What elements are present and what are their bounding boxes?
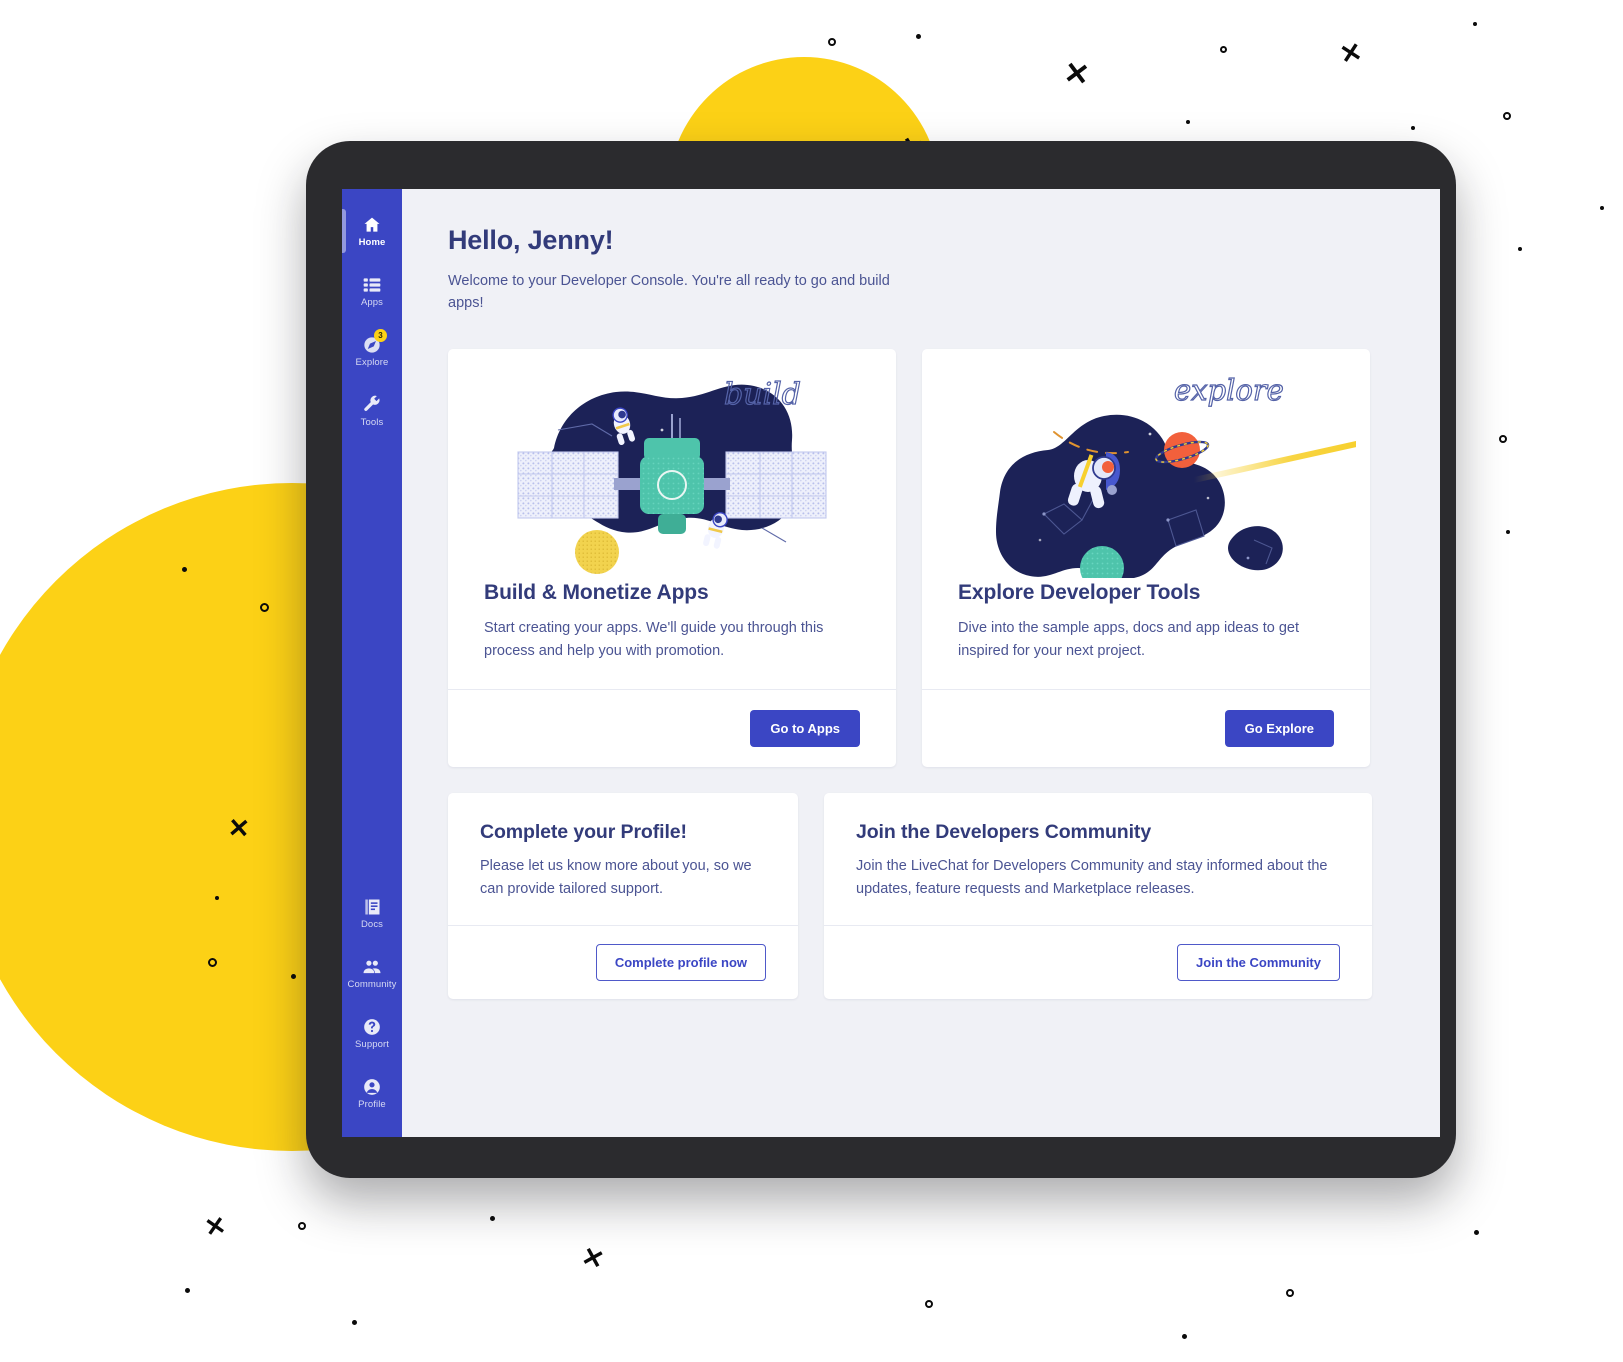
- sidebar-label: Explore: [355, 356, 389, 368]
- dot-doodle: [1600, 206, 1604, 210]
- explore-badge: 3: [374, 328, 387, 342]
- ring-doodle: [1286, 1289, 1294, 1297]
- dot-doodle: [1474, 1230, 1479, 1235]
- tablet-device-frame: Home Apps 3 Explore Tools Docs Community…: [306, 141, 1456, 1178]
- profile-card-footer: Complete profile now: [448, 924, 798, 999]
- sidebar-item-home[interactable]: Home: [342, 201, 402, 261]
- explore-card-footer: Go Explore: [922, 688, 1370, 767]
- build-card-footer: Go to Apps: [448, 688, 896, 767]
- ring-doodle: [1220, 46, 1227, 53]
- dot-doodle: [916, 34, 921, 39]
- build-script-word: build: [724, 377, 801, 412]
- dot-doodle: [291, 974, 296, 979]
- card-title: Explore Developer Tools: [958, 580, 1201, 604]
- dot-doodle: [1473, 22, 1477, 26]
- explore-card-body: Explore Developer Tools Dive into the sa…: [922, 581, 1370, 689]
- card-text: Dive into the sample apps, docs and app …: [958, 619, 1299, 659]
- ring-doodle: [925, 1300, 933, 1308]
- sidebar-item-support[interactable]: Support: [342, 1003, 402, 1063]
- card-text: Start creating your apps. We'll guide yo…: [484, 619, 824, 659]
- sidebar-top-group: Home Apps 3 Explore Tools: [342, 201, 402, 441]
- sidebar-label: Support: [355, 1038, 389, 1050]
- dot-doodle: [490, 1216, 495, 1221]
- sidebar-label: Home: [358, 236, 386, 248]
- ring-doodle: [298, 1222, 306, 1230]
- go-to-apps-button[interactable]: Go to Apps: [750, 709, 860, 747]
- card-text: Please let us know more about you, so we…: [480, 857, 752, 897]
- profile-card-body: Complete your Profile! Please let us kno…: [448, 793, 798, 925]
- tablet-screen: Home Apps 3 Explore Tools Docs Community…: [342, 189, 1440, 1137]
- dot-doodle: [1518, 247, 1522, 251]
- explore-illustration: explore: [922, 349, 1370, 581]
- card-build-monetize: build Build & Monetize Apps Start creati…: [448, 348, 896, 767]
- dot-doodle: [352, 1320, 357, 1325]
- dot-doodle: [1186, 120, 1190, 124]
- card-title: Complete your Profile!: [480, 820, 687, 843]
- ring-doodle: [1499, 435, 1507, 443]
- dot-doodle: [182, 567, 187, 572]
- explore-script-word: explore: [1174, 373, 1284, 407]
- main-content: Hello, Jenny! Welcome to your Developer …: [402, 189, 1440, 1137]
- ring-doodle: [828, 38, 836, 46]
- sidebar-item-apps[interactable]: Apps: [342, 261, 402, 321]
- sidebar-label: Community: [347, 978, 397, 990]
- sidebar-item-docs[interactable]: Docs: [342, 883, 402, 943]
- page-root: ✕ ✕ ✕ ✕ ✕ ✕ ✕ ✕: [0, 0, 1623, 1362]
- card-explore-tools: explore Explore Developer Tools Dive int…: [922, 348, 1370, 767]
- sidebar-label: Profile: [358, 1098, 386, 1110]
- x-doodle: ✕: [1337, 36, 1365, 70]
- top-card-row: build Build & Monetize Apps Start creati…: [448, 348, 1398, 767]
- sidebar-item-community[interactable]: Community: [342, 943, 402, 1003]
- people-icon: [362, 957, 382, 977]
- docs-icon: [362, 897, 382, 917]
- build-card-body: Build & Monetize Apps Start creating you…: [448, 581, 896, 689]
- sidebar-bottom-group: Docs Community Support Profile: [342, 883, 402, 1123]
- wrench-icon: [362, 395, 382, 415]
- ring-doodle: [208, 958, 217, 967]
- compass-icon: 3: [362, 328, 387, 355]
- dot-doodle: [185, 1288, 190, 1293]
- card-title: Join the Developers Community: [856, 820, 1152, 843]
- user-circle-icon: [362, 1077, 382, 1097]
- x-doodle: ✕: [578, 1240, 608, 1276]
- sidebar-label: Apps: [360, 296, 384, 308]
- dot-doodle: [1411, 126, 1415, 130]
- dot-doodle: [1182, 1334, 1187, 1339]
- ring-doodle: [1503, 112, 1511, 120]
- card-text: Join the LiveChat for Developers Communi…: [856, 857, 1328, 897]
- sidebar-nav: Home Apps 3 Explore Tools Docs Community…: [342, 189, 402, 1137]
- x-doodle: ✕: [202, 1211, 229, 1243]
- dot-doodle: [215, 896, 219, 900]
- community-card-body: Join the Developers Community Join the L…: [824, 793, 1372, 925]
- page-title: Hello, Jenny!: [448, 225, 614, 255]
- go-explore-button[interactable]: Go Explore: [1224, 709, 1334, 747]
- home-icon: [362, 215, 382, 235]
- complete-profile-button[interactable]: Complete profile now: [595, 943, 766, 981]
- dot-doodle: [1506, 530, 1510, 534]
- space-explore-illustration-svg: explore: [996, 372, 1356, 578]
- active-indicator: [342, 209, 346, 253]
- join-community-button[interactable]: Join the Community: [1177, 943, 1340, 981]
- sidebar-item-profile[interactable]: Profile: [342, 1063, 402, 1123]
- bottom-card-row: Complete your Profile! Please let us kno…: [448, 792, 1398, 999]
- sidebar-label: Docs: [360, 918, 384, 930]
- x-doodle: ✕: [226, 812, 251, 844]
- x-doodle: ✕: [1061, 56, 1092, 93]
- card-join-community: Join the Developers Community Join the L…: [824, 792, 1372, 999]
- community-card-footer: Join the Community: [824, 924, 1372, 999]
- ring-doodle: [260, 603, 269, 612]
- sidebar-label: Tools: [360, 416, 384, 428]
- card-title: Build & Monetize Apps: [484, 580, 709, 604]
- sidebar-item-explore[interactable]: 3 Explore: [342, 321, 402, 381]
- card-complete-profile: Complete your Profile! Please let us kno…: [448, 792, 798, 999]
- apps-list-icon: [362, 275, 382, 295]
- page-subtitle: Welcome to your Developer Console. You'r…: [448, 273, 890, 312]
- build-illustration: build: [448, 349, 896, 581]
- question-circle-icon: [362, 1017, 382, 1037]
- sidebar-item-tools[interactable]: Tools: [342, 381, 402, 441]
- satellite-illustration-svg: build: [517, 376, 827, 574]
